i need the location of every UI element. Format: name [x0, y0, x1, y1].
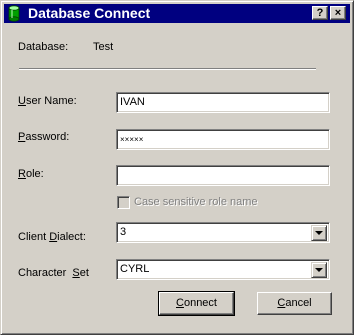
cancel-button[interactable]: Cancel — [257, 292, 332, 315]
window-title: Database Connect — [28, 5, 151, 21]
help-button[interactable]: ? — [312, 6, 328, 20]
password-value: ××××× — [120, 135, 144, 144]
client-dialect-value: 3 — [120, 226, 127, 238]
user-name-input[interactable]: IVAN — [116, 92, 330, 113]
database-icon — [8, 5, 20, 22]
character-set-dropdown-button[interactable] — [311, 262, 327, 278]
database-connect-dialog: Database Connect ? × Database: Test User… — [0, 0, 354, 335]
client-dialect-select[interactable]: 3 — [116, 222, 330, 243]
role-input[interactable] — [116, 165, 330, 186]
client-dialect-label: Client Dialect: — [18, 231, 86, 243]
database-label: Database: — [18, 41, 69, 53]
title-bar[interactable]: Database Connect ? × — [4, 4, 350, 23]
password-label: Password: — [18, 131, 70, 143]
character-set-select[interactable]: CYRL — [116, 259, 330, 280]
close-icon: × — [334, 7, 342, 19]
character-set-label: Character Set — [18, 267, 89, 279]
help-icon: ? — [316, 7, 324, 19]
chevron-down-icon — [315, 231, 323, 235]
close-button[interactable]: × — [330, 6, 346, 20]
separator — [19, 68, 316, 70]
connect-button[interactable]: Connect — [158, 291, 235, 316]
database-value: Test — [93, 41, 114, 53]
role-label: Role: — [18, 168, 44, 180]
case-sensitive-label: Case sensitive role name — [134, 196, 258, 208]
chevron-down-icon — [315, 268, 323, 272]
password-input[interactable]: ××××× — [116, 129, 330, 150]
user-name-label: User Name: — [18, 95, 77, 107]
case-sensitive-checkbox[interactable] — [117, 196, 130, 209]
user-name-value: IVAN — [120, 96, 145, 108]
client-dialect-dropdown-button[interactable] — [311, 225, 327, 241]
character-set-value: CYRL — [120, 263, 150, 275]
